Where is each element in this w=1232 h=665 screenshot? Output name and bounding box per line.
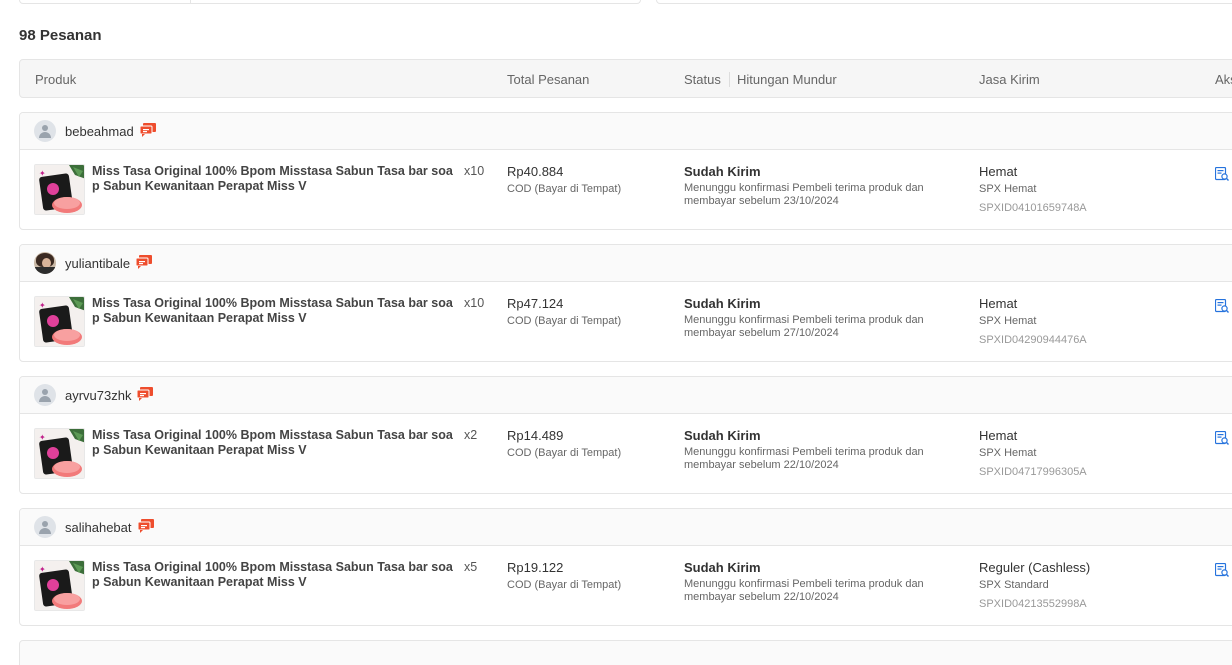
order-total-price: Rp47.124: [507, 296, 564, 311]
svg-text:✦: ✦: [39, 169, 46, 178]
order-card: salihahebat ✦ Miss Tasa Original 100% Bp…: [19, 508, 1232, 626]
shipping-type: Hemat: [979, 428, 1018, 443]
order-card-body: ✦ Miss Tasa Original 100% Bpom Misstasa …: [20, 546, 1232, 625]
chat-bubble-icon[interactable]: [138, 519, 154, 533]
buyer-avatar[interactable]: [34, 252, 56, 274]
shipping-service: SPX Hemat: [979, 183, 1037, 195]
order-card-partial: [19, 640, 1232, 665]
shipping-service: SPX Standard: [979, 579, 1049, 591]
buyer-avatar[interactable]: [34, 516, 56, 538]
order-total-price: Rp40.884: [507, 164, 564, 179]
order-detail-icon[interactable]: [1215, 299, 1229, 313]
order-card-body: ✦ Miss Tasa Original 100% Bpom Misstasa …: [20, 150, 1232, 229]
column-header-aksi: Aksi: [1215, 72, 1232, 87]
buyer-username[interactable]: bebeahmad: [65, 124, 134, 139]
chat-bubble-icon[interactable]: [137, 387, 153, 401]
tracking-number: SPXID04290944476A: [979, 334, 1087, 346]
product-thumbnail[interactable]: ✦: [34, 164, 85, 215]
buyer-username[interactable]: salihahebat: [65, 520, 132, 535]
product-name[interactable]: Miss Tasa Original 100% Bpom Misstasa Sa…: [92, 164, 460, 194]
product-thumbnail[interactable]: ✦: [34, 428, 85, 479]
order-total-price: Rp19.122: [507, 560, 564, 575]
shipping-type: Hemat: [979, 164, 1018, 179]
tracking-number: SPXID04717996305A: [979, 466, 1087, 478]
order-detail-icon[interactable]: [1215, 167, 1229, 181]
order-card: yuliantibale ✦ Miss Tasa Original 100% B…: [19, 244, 1232, 362]
order-card: bebeahmad ✦ Miss Tasa Original 100% Bpom…: [19, 112, 1232, 230]
column-header-divider: [729, 72, 730, 87]
buyer-username[interactable]: ayrvu73zhk: [65, 388, 131, 403]
tracking-number: SPXID04101659748A: [979, 202, 1087, 214]
order-status-description: Menunggu konfirmasi Pembeli terima produ…: [684, 578, 924, 603]
buyer-avatar[interactable]: [34, 120, 56, 142]
payment-method: COD (Bayar di Tempat): [507, 579, 622, 591]
product-quantity: x10: [464, 296, 485, 310]
order-status-description: Menunggu konfirmasi Pembeli terima produ…: [684, 446, 924, 471]
order-card-header: salihahebat: [20, 509, 1232, 546]
buyer-avatar[interactable]: [34, 384, 56, 406]
column-header-total: Total Pesanan: [507, 72, 590, 87]
order-status: Sudah Kirim: [684, 164, 761, 179]
column-header-status: Status: [684, 72, 721, 87]
order-card-body: ✦ Miss Tasa Original 100% Bpom Misstasa …: [20, 282, 1232, 361]
product-thumbnail[interactable]: ✦: [34, 296, 85, 347]
shipping-type: Reguler (Cashless): [979, 560, 1091, 575]
order-card-header: ayrvu73zhk: [20, 377, 1232, 414]
order-status: Sudah Kirim: [684, 296, 761, 311]
chat-bubble-icon[interactable]: [140, 123, 156, 137]
payment-method: COD (Bayar di Tempat): [507, 447, 622, 459]
svg-text:✦: ✦: [39, 301, 46, 310]
shipping-service: SPX Hemat: [979, 315, 1037, 327]
product-quantity: x10: [464, 164, 485, 178]
column-header-produk: Produk: [35, 72, 77, 87]
orders-count-title: 98 Pesanan: [19, 27, 102, 44]
search-field-group[interactable]: [19, 0, 641, 4]
product-thumbnail[interactable]: ✦: [34, 560, 85, 611]
order-card-header: yuliantibale: [20, 245, 1232, 282]
order-detail-icon[interactable]: [1215, 431, 1229, 445]
order-card-header: bebeahmad: [20, 113, 1232, 150]
product-name[interactable]: Miss Tasa Original 100% Bpom Misstasa Sa…: [92, 428, 460, 458]
order-total-price: Rp14.489: [507, 428, 564, 443]
column-header-countdown: Hitungan Mundur: [737, 72, 837, 87]
tracking-number: SPXID04213552998A: [979, 598, 1087, 610]
order-status-description: Menunggu konfirmasi Pembeli terima produ…: [684, 314, 924, 339]
search-field-divider: [190, 0, 191, 4]
shipping-type: Hemat: [979, 296, 1018, 311]
top-filter-bar: [19, 0, 1232, 4]
order-detail-icon[interactable]: [1215, 563, 1229, 577]
product-quantity: x5: [464, 560, 478, 574]
filter-field[interactable]: [656, 0, 1232, 4]
column-header-jasa-kirim: Jasa Kirim: [979, 72, 1040, 87]
payment-method: COD (Bayar di Tempat): [507, 315, 622, 327]
svg-text:✦: ✦: [39, 433, 46, 442]
buyer-username[interactable]: yuliantibale: [65, 256, 130, 271]
product-name[interactable]: Miss Tasa Original 100% Bpom Misstasa Sa…: [92, 296, 460, 326]
product-quantity: x2: [464, 428, 478, 442]
orders-table-header: Produk Total Pesanan Status Hitungan Mun…: [19, 59, 1232, 98]
order-card-body: ✦ Miss Tasa Original 100% Bpom Misstasa …: [20, 414, 1232, 493]
order-card: ayrvu73zhk ✦ Miss Tasa Original 100% Bpo…: [19, 376, 1232, 494]
product-name[interactable]: Miss Tasa Original 100% Bpom Misstasa Sa…: [92, 560, 460, 590]
svg-text:✦: ✦: [39, 565, 46, 574]
shipping-service: SPX Hemat: [979, 447, 1037, 459]
order-status: Sudah Kirim: [684, 428, 761, 443]
chat-bubble-icon[interactable]: [136, 255, 152, 269]
order-status: Sudah Kirim: [684, 560, 761, 575]
payment-method: COD (Bayar di Tempat): [507, 183, 622, 195]
order-status-description: Menunggu konfirmasi Pembeli terima produ…: [684, 182, 924, 207]
